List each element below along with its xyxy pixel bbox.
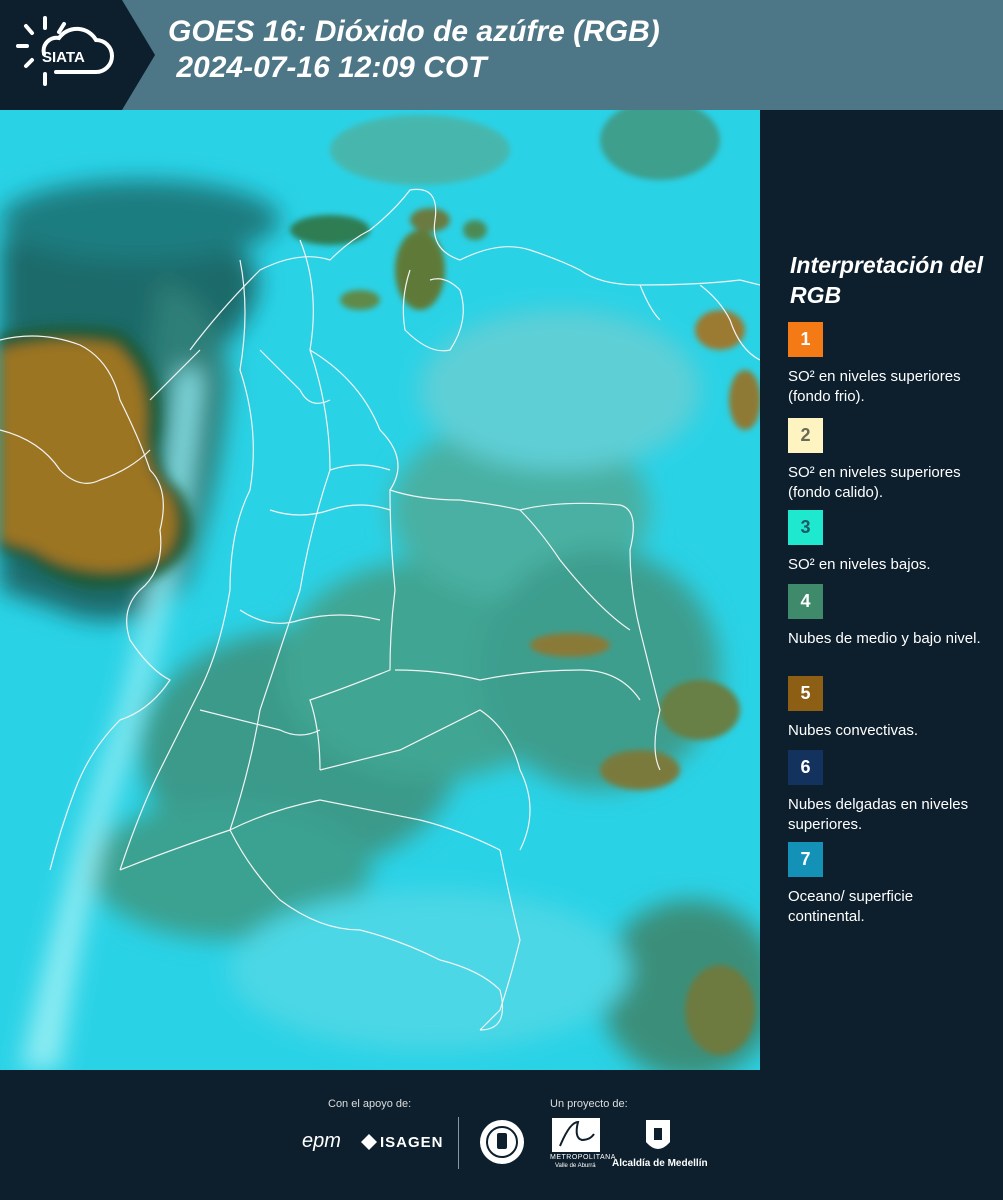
support-label: Con el apoyo de: (328, 1098, 412, 1110)
legend-swatch: 4 (788, 584, 823, 619)
legend-item: 3 SO² en niveles bajos. (788, 510, 993, 575)
legend-description: SO² en niveles superiores (fondo calido)… (788, 464, 961, 501)
legend-description: SO² en niveles superiores (fondo frio). (788, 368, 961, 405)
isagen-mark-icon (361, 1134, 377, 1150)
legend-description: Nubes de medio y bajo nivel. (788, 630, 981, 647)
legend-description: SO² en niveles bajos. (788, 556, 931, 573)
legend-item: 6 Nubes delgadas en niveles superiores. (788, 750, 993, 835)
legend-swatch: 1 (788, 322, 823, 357)
legend-swatch: 6 (788, 750, 823, 785)
siata-logo-text: SIATA (42, 49, 85, 66)
logo-panel: SIATA (0, 0, 155, 110)
area-sub-label: METROPOLITANA (550, 1154, 616, 1161)
legend-swatch: 5 (788, 676, 823, 711)
alcaldia-label: Alcaldía de Medellín (612, 1158, 708, 1169)
legend-swatch: 7 (788, 842, 823, 877)
legend-description: Oceano/ superficie continental. (788, 888, 914, 925)
alcaldia-shield-icon (646, 1120, 670, 1149)
medellin-seal-icon (480, 1120, 524, 1164)
epm-logo: epm (302, 1130, 341, 1152)
footer: Con el apoyo de: Un proyecto de: epm ISA… (0, 1070, 1003, 1200)
legend-title: Interpretación del RGB (790, 252, 983, 308)
legend-item: 4 Nubes de medio y bajo nivel. (788, 584, 993, 649)
legend-panel: Interpretación del RGB 1 SO² en niveles … (760, 110, 1003, 1070)
legend-description: Nubes convectivas. (788, 722, 919, 739)
area-sub2-label: Valle de Aburrá (555, 1163, 596, 1169)
legend-item: 2 SO² en niveles superiores (fondo calid… (788, 418, 993, 503)
legend-item: 1 SO² en niveles superiores (fondo frio)… (788, 322, 993, 407)
satellite-map (0, 110, 760, 1070)
legend-swatch: 2 (788, 418, 823, 453)
header-bar: SIATA GOES 16: Dióxido de azúfre (RGB) 2… (0, 0, 1003, 110)
legend-item: 5 Nubes convectivas. (788, 676, 993, 741)
legend-swatch: 3 (788, 510, 823, 545)
legend-item: 7 Oceano/ superficie continental. (788, 842, 993, 927)
area-metropolitana-logo-icon (552, 1118, 600, 1152)
isagen-logo: ISAGEN (380, 1134, 444, 1151)
page-title: GOES 16: Dióxido de azúfre (RGB) 2024-07… (168, 15, 660, 84)
project-label: Un proyecto de: (550, 1098, 628, 1110)
siata-logo-icon: SIATA (16, 16, 114, 86)
legend-description: Nubes delgadas en niveles superiores. (788, 796, 969, 833)
footer-divider (458, 1117, 459, 1169)
